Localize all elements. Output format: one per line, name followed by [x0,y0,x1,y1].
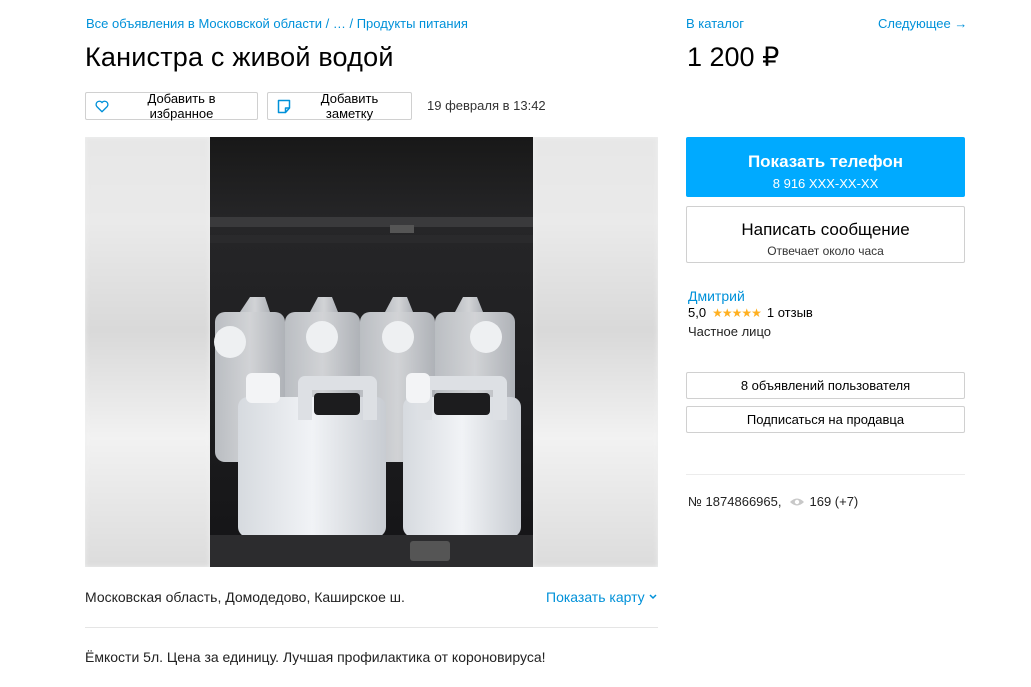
views-count: 169 (+7) [809,494,859,509]
seller-type: Частное лицо [688,324,771,339]
listing-photo[interactable] [210,137,533,567]
location: Московская область, Домодедово, Каширско… [85,589,405,605]
divider [686,474,965,475]
catalog-link[interactable]: В каталог [686,16,744,31]
note-icon [277,99,291,113]
publish-date: 19 февраля в 13:42 [427,98,546,113]
show-phone-label: Показать телефон [747,151,904,171]
rating-value: 5,0 [688,305,707,320]
gallery-blur-left [85,137,210,567]
listing-id: № 1874866965, [688,494,782,509]
response-time: Отвечает около часа [767,244,884,258]
description: Ёмкости 5л. Цена за единицу. Лучшая проф… [85,649,546,665]
divider [85,627,658,628]
next-listing-link[interactable]: Следующее → [878,16,967,31]
show-map-label: Показать карту [546,589,645,605]
seller-name-link[interactable]: Дмитрий [688,288,745,304]
chevron-down-icon [649,594,657,600]
note-label: Добавить заметку [320,91,379,121]
heart-icon [95,100,109,112]
price: 1 200 ₽ [687,42,780,72]
write-message-button[interactable]: Написать сообщение Отвечает около часа [686,206,965,263]
phone-masked: 8 916 XXX-XX-XX [772,175,879,191]
breadcrumb-text[interactable]: Все объявления в Московской области / … … [86,16,468,31]
show-map-link[interactable]: Показать карту [546,589,658,605]
reviews-count[interactable]: 1 отзыв [767,305,813,320]
add-note-button[interactable]: Добавить заметку [267,91,412,121]
eye-icon [790,498,805,505]
show-phone-button[interactable]: Показать телефон 8 916 XXX-XX-XX [686,137,965,197]
gallery-blur-right [533,137,658,567]
photo-gallery[interactable] [85,137,658,567]
favorite-label: Добавить в избранное [147,91,216,121]
breadcrumb[interactable]: Все объявления в Московской области / … … [86,16,468,31]
seller-ads-button[interactable]: 8 объявлений пользователя [686,372,965,399]
write-message-label: Написать сообщение [741,220,910,239]
listing-meta: № 1874866965, 169 (+7) [688,494,858,509]
subscribe-seller-button[interactable]: Подписаться на продавца [686,406,965,433]
seller-rating: 5,0 ★★★★★ 1 отзыв [688,305,813,320]
page-title: Канистра с живой водой [85,42,394,72]
add-to-favorites-button[interactable]: Добавить в избранное [85,91,258,121]
star-rating-icon: ★★★★★ [712,305,762,320]
canisters-photo-image [210,137,533,567]
